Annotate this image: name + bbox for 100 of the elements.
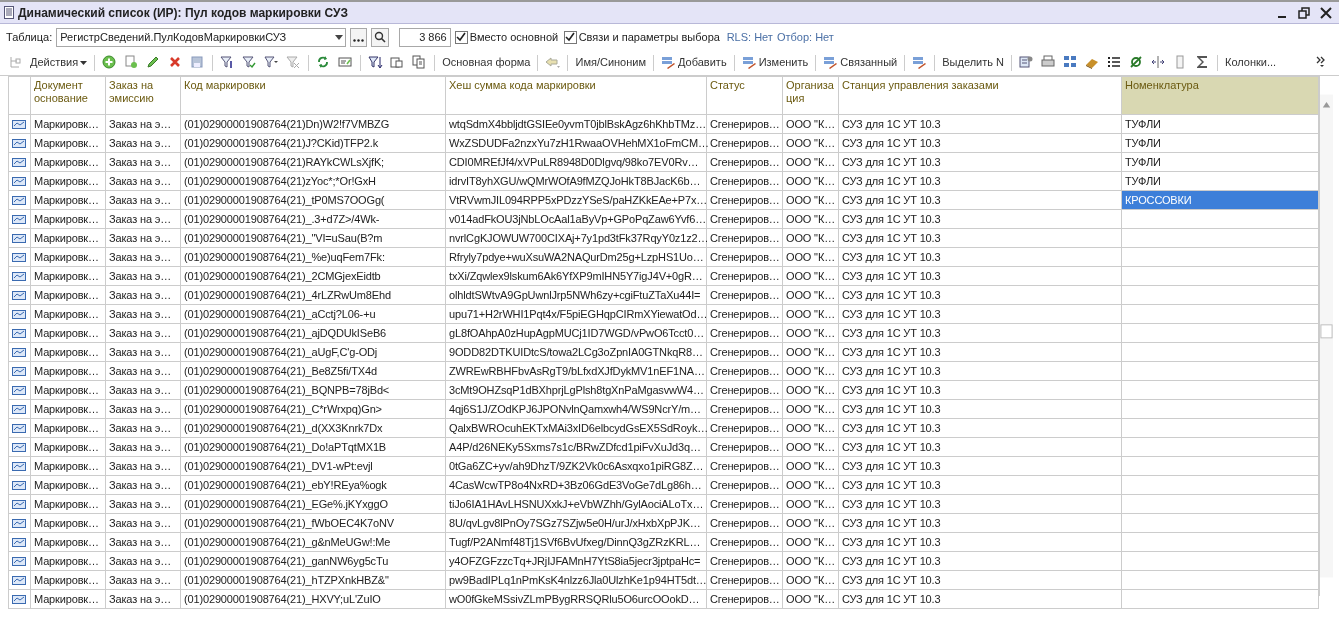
table-cell: 8U/qvLgv8lPnOy7SGz7SZjw5e0H/urJ/xHxbXpPJK… bbox=[445, 513, 707, 533]
table-cell: (01)02900001908764(21)_d(XX3Knrk7Dx bbox=[180, 418, 446, 438]
table-field[interactable]: РегистрСведений.ПулКодовМаркировкиСУЗ bbox=[56, 27, 347, 47]
table-cell: Маркировк… bbox=[30, 551, 106, 571]
table-cell: Маркировк… bbox=[30, 570, 106, 590]
table-cell: СУЗ для 1С УТ 10.3 bbox=[838, 228, 1122, 248]
table-cell: (01)02900001908764(21)_tP0MS7OOGg( bbox=[180, 190, 446, 210]
checkbox[interactable] bbox=[563, 30, 577, 44]
table-cell: (01)02900001908764(21)_Do!aPTqtMX1B bbox=[180, 437, 446, 457]
table-cell: Сгенериров… bbox=[706, 456, 783, 476]
table-cell: ООО "К… bbox=[782, 133, 839, 153]
table-cell: Маркировк… bbox=[30, 513, 106, 533]
table-cell: olhldtSWtvA9GpUwnlJrp5NWh6zy+cgiFtuZTaXu44I= bbox=[445, 285, 707, 305]
table-cell: 4qj6S1J/ZOdKPJ6JPONvlnQamxwh4/WS9NcrY/m… bbox=[445, 399, 707, 419]
table-cell: Заказ на э… bbox=[105, 532, 181, 552]
table-cell: Заказ на э… bbox=[105, 114, 181, 134]
toolbar-button[interactable]: Колонки... bbox=[1223, 51, 1279, 74]
table-cell: Заказ на э… bbox=[105, 266, 181, 286]
row-icon bbox=[12, 595, 26, 605]
table-cell: (01)02900001908764(21)zYoc*;*Or!GxH bbox=[180, 171, 446, 191]
table-cell: Заказ на э… bbox=[105, 494, 181, 514]
row-icon bbox=[12, 405, 26, 415]
table-cell: Заказ на э… bbox=[105, 304, 181, 324]
toolbar-button[interactable]: Основная форма bbox=[440, 51, 533, 74]
table-cell: Сгенериров… bbox=[706, 418, 783, 438]
row-icon bbox=[12, 519, 26, 529]
table-cell: Сгенериров… bbox=[706, 323, 783, 343]
table-cell: Сгенериров… bbox=[706, 285, 783, 305]
table-cell: QalxBWROcuhEKTxMAi3xID6elbcydGsEX5SdRoyk… bbox=[445, 418, 707, 438]
table-cell: Заказ на э… bbox=[105, 190, 181, 210]
column-header[interactable]: Статус bbox=[706, 76, 783, 115]
table-cell: txXi/Zqwlex9lskum6Ak6YfXP9mIHN5Y7igJ4V+0gR… bbox=[445, 266, 707, 286]
row-icon bbox=[12, 272, 26, 282]
row-icon bbox=[12, 424, 26, 434]
row-icon bbox=[12, 310, 26, 320]
toolbar-button[interactable]: Связанный bbox=[821, 51, 900, 74]
table-cell: (01)02900001908764(21)_ganNW6yg5cTu bbox=[180, 551, 446, 571]
table-cell: Маркировк… bbox=[30, 228, 106, 248]
table-cell: СУЗ для 1С УТ 10.3 bbox=[838, 475, 1122, 495]
table-cell: Заказ на э… bbox=[105, 209, 181, 229]
table-cell: ТУФЛИ bbox=[1121, 114, 1319, 134]
table-cell: (01)02900001908764(21)_Be8Z5fi/TX4d bbox=[180, 361, 446, 381]
table-cell: Tugf/P2ANmf48Tj1SVf6BvUfxeg/DinnQ3gZRzKRL… bbox=[445, 532, 707, 552]
column-header[interactable]: Организа ция bbox=[782, 76, 839, 115]
table-cell: ООО "К… bbox=[782, 532, 839, 552]
table-cell: Маркировк… bbox=[30, 247, 106, 267]
checkbox[interactable] bbox=[454, 30, 468, 44]
table-cell: Заказ на э… bbox=[105, 361, 181, 381]
table-cell: СУЗ для 1С УТ 10.3 bbox=[838, 361, 1122, 381]
table-cell: (01)02900001908764(21)_ajDQDUkISeB6 bbox=[180, 323, 446, 343]
table-cell: СУЗ для 1С УТ 10.3 bbox=[838, 418, 1122, 438]
toolbar-button[interactable]: Добавить bbox=[659, 51, 729, 74]
rls-link[interactable]: RLS: Нет bbox=[726, 28, 773, 46]
column-header[interactable]: Номенклатура bbox=[1121, 76, 1319, 115]
table-cell: СУЗ для 1С УТ 10.3 bbox=[838, 285, 1122, 305]
more-button[interactable] bbox=[350, 27, 368, 47]
table-cell: ООО "К… bbox=[782, 456, 839, 476]
table-cell: Сгенериров… bbox=[706, 266, 783, 286]
table-cell: tiJo6IA1HAvLHSNUXxkJ+eVbWZhh/GylAociALoTx… bbox=[445, 494, 707, 514]
table-cell: Сгенериров… bbox=[706, 361, 783, 381]
row-icon bbox=[12, 215, 26, 225]
search-button[interactable] bbox=[371, 27, 390, 47]
column-header[interactable]: Заказ на эмиссию bbox=[105, 76, 181, 115]
toolbar-button[interactable]: Имя/Синоним bbox=[573, 51, 648, 74]
table-cell: ООО "К… bbox=[782, 513, 839, 533]
table-cell: (01)02900001908764(21)_fWbOEC4K7oNV bbox=[180, 513, 446, 533]
column-header[interactable]: Код маркировки bbox=[180, 76, 446, 115]
table-cell: (01)02900001908764(21)J?CKid)TFP2.k bbox=[180, 133, 446, 153]
table-cell: ООО "К… bbox=[782, 570, 839, 590]
table-cell: Маркировк… bbox=[30, 323, 106, 343]
window-title: Динамический список (ИР): Пул кодов маркировки СУЗ bbox=[18, 4, 349, 22]
table-cell: Маркировк… bbox=[30, 342, 106, 362]
checkbox-label: Связи и параметры выбора bbox=[578, 29, 720, 45]
column-header[interactable]: Хеш сумма кода маркировки bbox=[445, 76, 707, 115]
scrollbar[interactable] bbox=[1319, 76, 1333, 596]
table-cell: nvrlCgKJOWUW700CIXAj+7y1pd3tFk37RqyY0z1z2… bbox=[445, 228, 707, 248]
table-cell: Маркировк… bbox=[30, 209, 106, 229]
table-cell: Заказ на э… bbox=[105, 133, 181, 153]
table-cell: ООО "К… bbox=[782, 247, 839, 267]
table-cell: Сгенериров… bbox=[706, 380, 783, 400]
table-cell: idrvIT8yhXGU/wQMrWOfA9fMZQJoHkT8BJacK6b… bbox=[445, 171, 707, 191]
column-header[interactable]: Документ основание bbox=[30, 76, 106, 115]
toolbar-button[interactable]: Выделить N bbox=[940, 51, 1006, 74]
table-cell: СУЗ для 1С УТ 10.3 bbox=[838, 171, 1122, 191]
table-cell: Заказ на э… bbox=[105, 456, 181, 476]
column-header[interactable]: Станция управления заказами bbox=[838, 76, 1122, 115]
table-cell: (01)02900001908764(21)_BQNPB=78jBd< bbox=[180, 380, 446, 400]
table-cell: WxZSDUDFa2nzxYu7zH1RwaaOVHehMX1oFmCM… bbox=[445, 133, 707, 153]
table-cell: ООО "К… bbox=[782, 475, 839, 495]
table-cell: pw9BadIPLq1nPmKsK4nlzz6Jla0UlzhKe1p94HT5dt… bbox=[445, 570, 707, 590]
table-cell: Сгенериров… bbox=[706, 114, 783, 134]
filter-link[interactable]: Отбор: Нет bbox=[776, 28, 834, 46]
toolbar-button[interactable]: Действия bbox=[28, 51, 90, 74]
table-cell: СУЗ для 1С УТ 10.3 bbox=[838, 570, 1122, 590]
table-cell: wO0fGkeMSsivZLmPBygRRSQRlu5O6urcOOokD… bbox=[445, 589, 707, 609]
table-cell: (01)02900001908764(21)_"VI=uSau(B?m bbox=[180, 228, 446, 248]
table-cell: Сгенериров… bbox=[706, 437, 783, 457]
table-cell: СУЗ для 1С УТ 10.3 bbox=[838, 513, 1122, 533]
toolbar-button[interactable]: Изменить bbox=[739, 51, 811, 74]
table-cell: Сгенериров… bbox=[706, 152, 783, 172]
